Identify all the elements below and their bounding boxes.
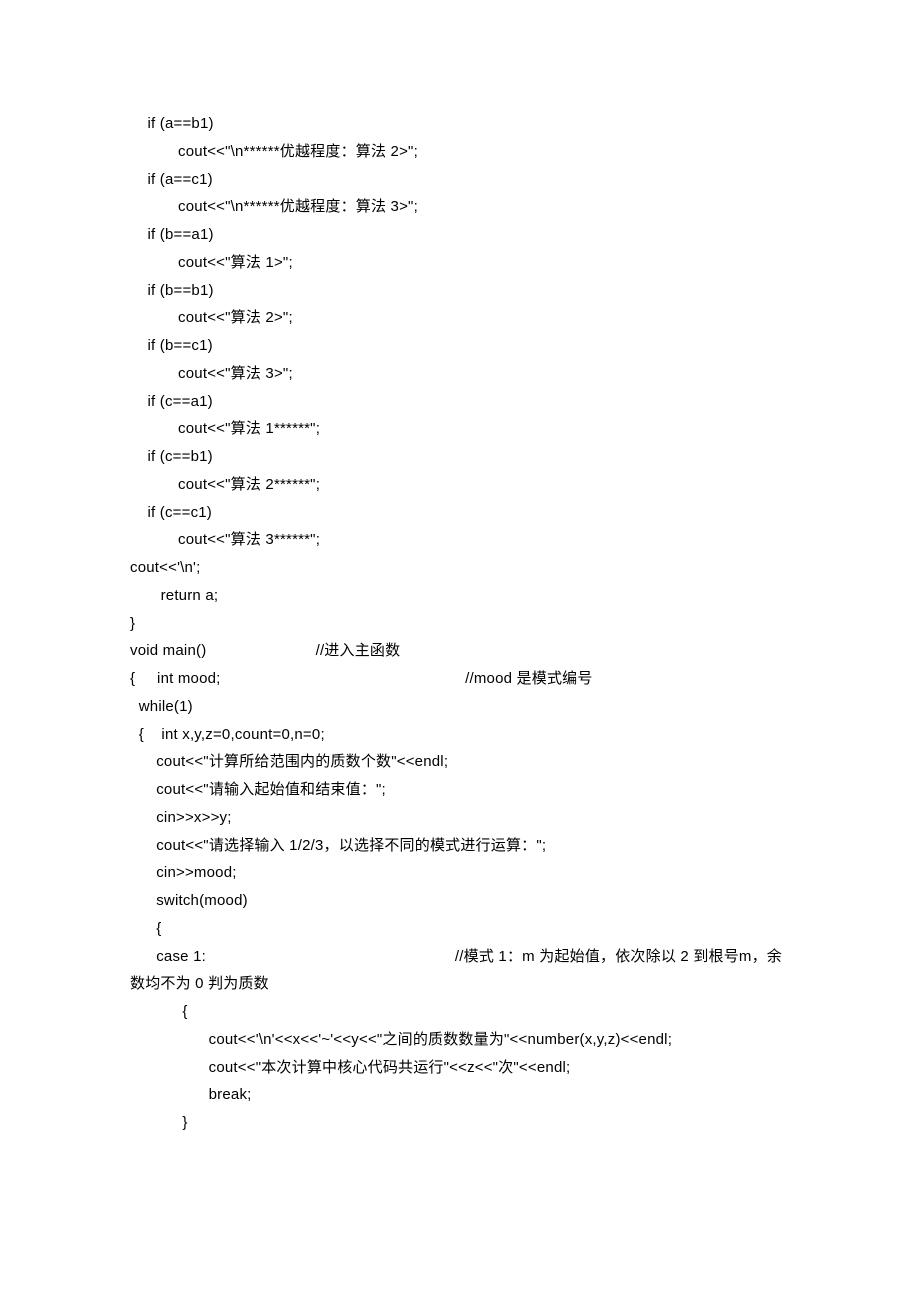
code-line: cout<<"\n******优越程度：算法 2>"; xyxy=(130,138,790,166)
code-line: while(1) xyxy=(130,693,790,721)
code-line: return a; xyxy=(130,582,790,610)
code-line: break; xyxy=(130,1081,790,1109)
code-line: } xyxy=(130,1109,790,1137)
code-line: { xyxy=(130,998,790,1026)
code-line: cout<<"计算所给范围内的质数个数"<<endl; xyxy=(130,748,790,776)
document-page: if (a==b1) cout<<"\n******优越程度：算法 2>"; i… xyxy=(0,0,920,1197)
code-line: if (c==b1) xyxy=(130,443,790,471)
code-line: cout<<"请选择输入 1/2/3，以选择不同的模式进行运算："; xyxy=(130,832,790,860)
code-line: if (a==b1) xyxy=(130,110,790,138)
code-line: cout<<"算法 3>"; xyxy=(130,360,790,388)
code-line: if (a==c1) xyxy=(130,166,790,194)
code-line: cout<<'\n'<<x<<'~'<<y<<"之间的质数数量为"<<numbe… xyxy=(130,1026,790,1054)
code-line: if (c==a1) xyxy=(130,388,790,416)
code-line: cout<<'\n'; xyxy=(130,554,790,582)
code-line: { int x,y,z=0,count=0,n=0; xyxy=(130,721,790,749)
code-line: cout<<"\n******优越程度：算法 3>"; xyxy=(130,193,790,221)
code-line: cin>>mood; xyxy=(130,859,790,887)
code-line: cout<<"算法 2******"; xyxy=(130,471,790,499)
code-line: { int mood; //mood 是模式编号 xyxy=(130,665,790,693)
code-line: cout<<"算法 3******"; xyxy=(130,526,790,554)
code-line: cin>>x>>y; xyxy=(130,804,790,832)
code-line: if (b==b1) xyxy=(130,277,790,305)
code-line: if (b==c1) xyxy=(130,332,790,360)
code-line: void main() //进入主函数 xyxy=(130,637,790,665)
code-line: cout<<"算法 1******"; xyxy=(130,415,790,443)
code-line: cout<<"算法 2>"; xyxy=(130,304,790,332)
code-line: if (c==c1) xyxy=(130,499,790,527)
code-line: { xyxy=(130,915,790,943)
code-line: case 1: //模式 1：m 为起始值，依次除以 2 到根号m，余数均不为 … xyxy=(130,943,790,999)
code-line: if (b==a1) xyxy=(130,221,790,249)
code-line: cout<<"请输入起始值和结束值："; xyxy=(130,776,790,804)
code-line: switch(mood) xyxy=(130,887,790,915)
code-line: cout<<"本次计算中核心代码共运行"<<z<<"次"<<endl; xyxy=(130,1054,790,1082)
code-line: cout<<"算法 1>"; xyxy=(130,249,790,277)
code-line: } xyxy=(130,610,790,638)
